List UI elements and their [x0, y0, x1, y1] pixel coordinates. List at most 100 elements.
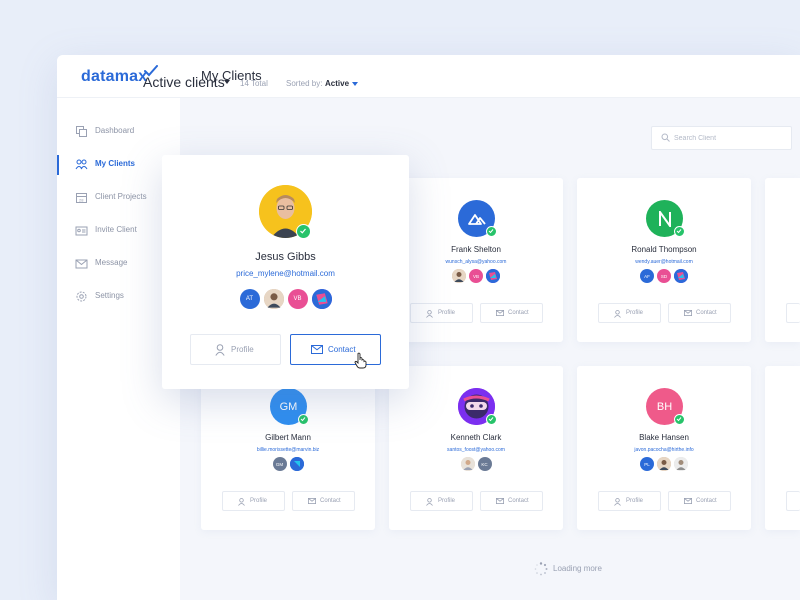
contact-button[interactable]: Contact	[480, 491, 543, 511]
contact-button-label: Contact	[328, 345, 356, 354]
client-card-partial[interactable]	[765, 366, 800, 530]
avatar: SD	[657, 269, 671, 283]
contact-button-label: Contact	[696, 310, 717, 316]
client-email[interactable]: billie.morissette@marvin.biz	[201, 447, 375, 453]
profile-button[interactable]: Profile	[222, 491, 285, 511]
avatar	[657, 457, 671, 471]
profile-button[interactable]: Profile	[598, 491, 661, 511]
profile-button[interactable]: Profile	[598, 303, 661, 323]
client-card[interactable]: Kenneth Clark santos_foost@yahoo.com KC …	[389, 366, 563, 530]
avatar	[460, 457, 475, 471]
mail-icon	[496, 310, 504, 316]
user-icon	[426, 498, 433, 506]
user-icon	[426, 310, 433, 318]
client-popover-card[interactable]: Jesus Gibbs price_mylene@hotmail.com AT …	[162, 155, 409, 389]
avatar: VB	[287, 289, 308, 309]
contact-button[interactable]: Contact	[292, 491, 355, 511]
profile-button-label: Profile	[438, 310, 456, 316]
profile-button[interactable]: Profile	[410, 303, 473, 323]
loading-spinner-icon	[534, 562, 548, 576]
avatar	[311, 289, 332, 309]
profile-button[interactable]: Profile	[410, 491, 473, 511]
chevron-down-icon[interactable]	[352, 82, 358, 86]
search-input[interactable]	[674, 131, 786, 146]
sidebar-item-label: Settings	[95, 291, 124, 300]
sidebar-item-label: Client Projects	[95, 192, 147, 201]
online-badge-icon	[674, 414, 685, 425]
client-card[interactable]: BH Blake Hansen javon.pacocha@hirthe.inf…	[577, 366, 751, 530]
collaborators: AF SD	[577, 269, 751, 283]
avatar: PL	[640, 457, 654, 471]
settings-icon	[76, 291, 87, 302]
invite-icon	[75, 226, 88, 236]
avatar: VB	[469, 269, 483, 283]
client-card-partial[interactable]	[765, 178, 800, 342]
client-email[interactable]: wunsch_alysa@yahoo.com	[389, 259, 563, 265]
client-email[interactable]: santos_foost@yahoo.com	[389, 447, 563, 453]
online-badge-icon	[486, 414, 497, 425]
sorted-by-label: Sorted by:	[286, 79, 323, 88]
client-name: Kenneth Clark	[450, 433, 502, 442]
client-name: Blake Hansen	[639, 433, 689, 442]
avatar	[674, 457, 688, 471]
mail-icon	[496, 498, 504, 504]
client-email[interactable]: wendy.auer@hotmail.com	[577, 259, 751, 265]
client-email[interactable]: javon.pacocha@hirthe.info	[577, 447, 751, 453]
profile-button[interactable]: Profile	[190, 334, 281, 365]
profile-button-label: Profile	[626, 498, 644, 504]
mail-icon	[311, 345, 323, 354]
client-card[interactable]: Frank Shelton wunsch_alysa@yahoo.com VB …	[389, 178, 563, 342]
profile-button[interactable]	[786, 303, 800, 323]
client-email[interactable]: price_mylene@hotmail.com	[162, 269, 409, 278]
avatar	[486, 269, 500, 283]
mail-icon	[684, 498, 692, 504]
avatar: AF	[640, 269, 654, 283]
avatar	[263, 289, 284, 309]
message-icon	[75, 259, 88, 269]
avatar: KC	[477, 457, 492, 471]
sidebar-item-dashboard[interactable]: Dashboard	[57, 122, 180, 142]
user-icon	[614, 310, 621, 318]
svg-text:28: 28	[79, 198, 84, 203]
client-card[interactable]: Ronald Thompson wendy.auer@hotmail.com A…	[577, 178, 751, 342]
search-box[interactable]	[651, 126, 792, 150]
total-count: 14 Total	[240, 79, 268, 88]
client-name: Gilbert Mann	[265, 433, 311, 442]
sidebar-item-label: Dashboard	[95, 126, 135, 135]
contact-button[interactable]: Contact	[480, 303, 543, 323]
profile-button-label: Profile	[250, 498, 268, 504]
contact-button[interactable]: Contact	[668, 303, 731, 323]
profile-button[interactable]	[786, 491, 800, 511]
collaborators: PL	[577, 457, 751, 471]
contact-button-label: Contact	[696, 498, 717, 504]
mail-icon	[684, 310, 692, 316]
profile-button-label: Profile	[438, 498, 456, 504]
collaborators: VB	[389, 269, 563, 283]
sorted-by-value[interactable]: Active	[325, 79, 349, 88]
sidebar-item-label: Invite Client	[95, 225, 137, 234]
user-icon	[238, 498, 245, 506]
collaborators: GM	[201, 457, 375, 471]
chevron-down-icon[interactable]	[224, 80, 230, 84]
client-card[interactable]: GM Gilbert Mann billie.morissette@marvin…	[201, 366, 375, 530]
avatar	[674, 269, 688, 283]
active-clients-heading[interactable]: Active clients	[143, 74, 225, 90]
online-badge-icon	[486, 226, 497, 237]
contact-button-label: Contact	[320, 498, 341, 504]
sidebar-item-label: My Clients	[95, 159, 136, 168]
avatar	[289, 457, 304, 471]
n-logo-icon	[658, 210, 671, 227]
contact-button-label: Contact	[508, 498, 529, 504]
clients-icon	[75, 159, 88, 170]
dashboard-icon	[76, 126, 87, 137]
contact-button[interactable]: Contact	[668, 491, 731, 511]
mountain-logo-icon	[467, 213, 486, 225]
profile-button-label: Profile	[626, 310, 644, 316]
calendar-icon: 28	[76, 193, 87, 203]
collaborators: KC	[389, 457, 563, 471]
mail-icon	[308, 498, 316, 504]
online-badge-icon	[296, 224, 311, 239]
sidebar-item-label: Message	[95, 258, 128, 267]
logo[interactable]: datamax	[81, 68, 147, 86]
contact-button-label: Contact	[508, 310, 529, 316]
